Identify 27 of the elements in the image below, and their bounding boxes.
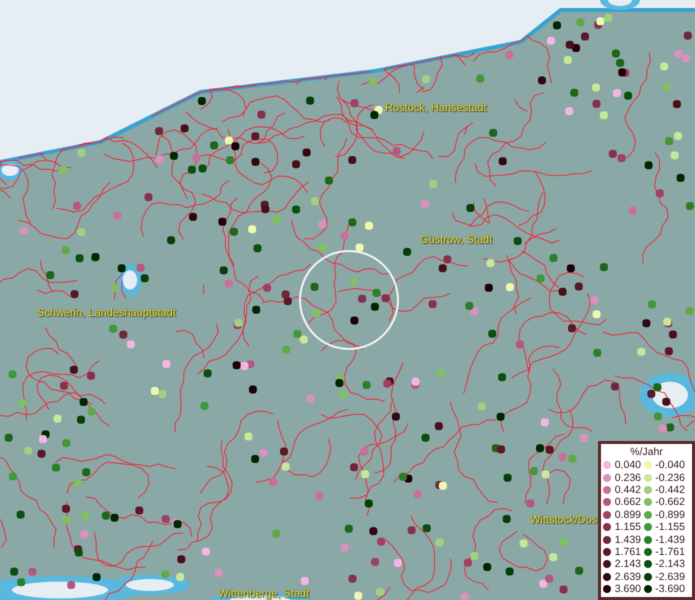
legend-value: 0.442 <box>614 484 641 496</box>
legend-value: -1.439 <box>654 534 685 546</box>
legend-value: 0.662 <box>614 496 641 508</box>
place-label: Güstrow, Stadt <box>420 234 492 246</box>
legend-value: -2.143 <box>654 558 685 570</box>
legend-value: -0.040 <box>654 459 685 472</box>
place-label: Wittstock/Dos <box>530 514 598 526</box>
legend-value: 0.899 <box>614 508 641 521</box>
legend-value: -0.899 <box>654 508 685 521</box>
place-label: Schwerin, Landeshauptstadt <box>37 307 176 320</box>
legend-value: -3.690 <box>654 583 685 596</box>
legend-value: -0.236 <box>654 472 685 484</box>
place-label: Rostock, Hansestadt <box>385 102 486 114</box>
legend-title: %/Jahr <box>629 446 664 459</box>
legend-value: -2.639 <box>654 570 685 583</box>
legend-value: 1.439 <box>614 534 641 546</box>
legend-value: 1.155 <box>614 521 641 534</box>
legend-value: 2.639 <box>614 570 641 583</box>
legend-value: -1.761 <box>654 546 685 558</box>
legend-value: 0.040 <box>614 459 641 472</box>
legend-value: 3.690 <box>614 583 641 596</box>
legend-value: -1.155 <box>654 521 685 534</box>
legend-value: 1.761 <box>614 546 641 558</box>
legend-value: 2.143 <box>614 558 641 570</box>
legend-value: -0.442 <box>654 484 685 496</box>
legend-value: -0.662 <box>654 496 685 508</box>
legend-value: 0.236 <box>614 472 641 484</box>
